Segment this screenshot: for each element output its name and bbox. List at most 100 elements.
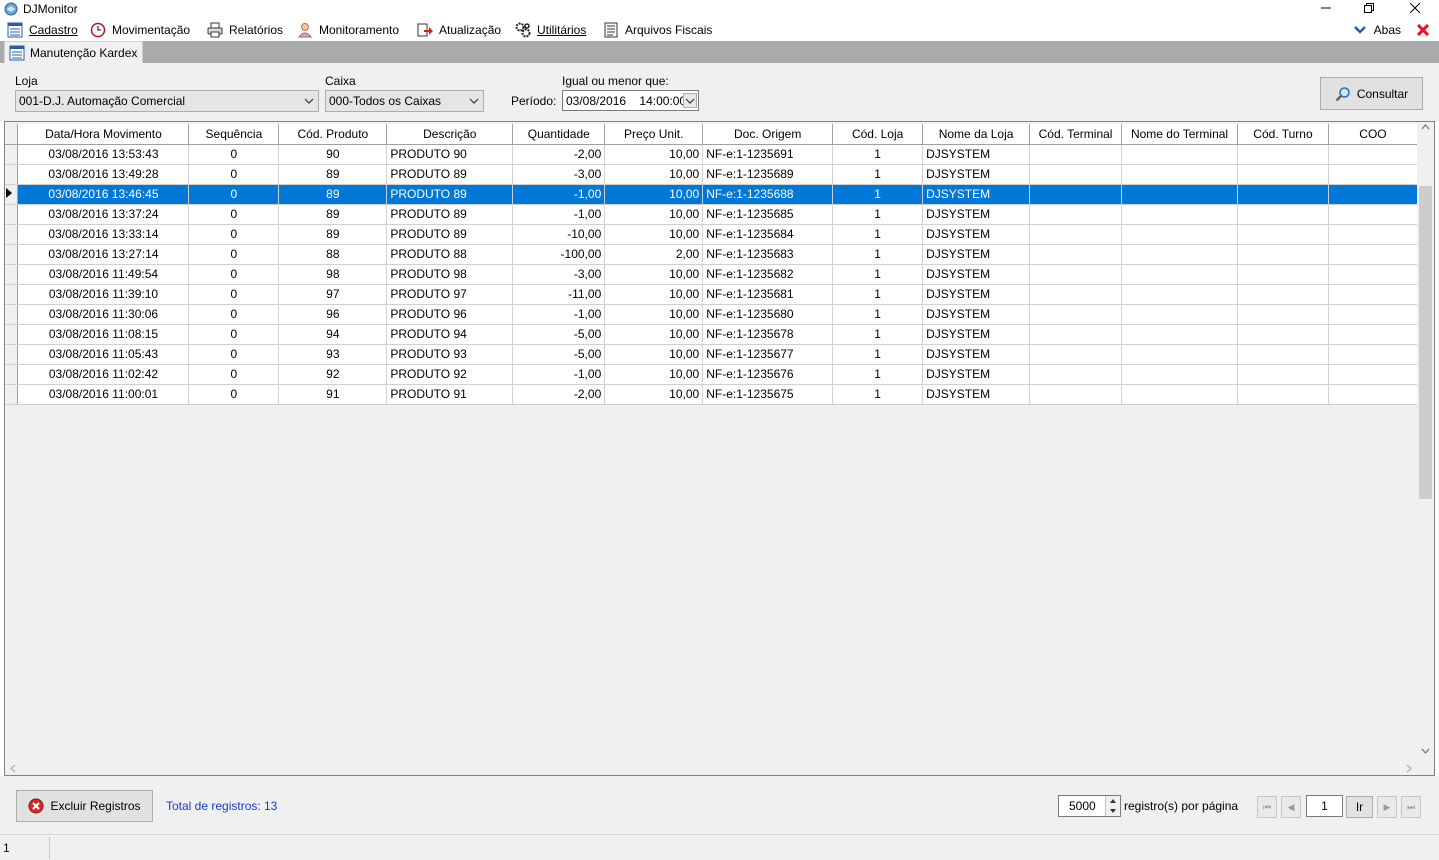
table-cell[interactable] — [1121, 344, 1238, 365]
table-cell[interactable]: 03/08/2016 13:37:24 — [17, 204, 190, 225]
table-cell[interactable]: NF-e:1-1235688 — [702, 184, 834, 205]
table-cell[interactable]: 0 — [188, 324, 280, 345]
table-cell[interactable]: PRODUTO 94 — [386, 324, 514, 345]
table-row[interactable]: 03/08/2016 11:05:43 0 93 PRODUTO 93 -5,00 10,… — [5, 344, 1419, 365]
periodo-dropdown-button[interactable] — [683, 93, 697, 108]
table-cell[interactable]: 96 — [278, 304, 388, 325]
table-cell[interactable]: -11,00 — [512, 284, 606, 305]
table-cell[interactable]: 1 — [832, 264, 924, 285]
table-cell[interactable]: -1,00 — [512, 304, 606, 325]
scroll-down-icon[interactable] — [1421, 748, 1430, 754]
table-cell[interactable]: -3,00 — [512, 264, 606, 285]
table-cell[interactable]: DJSYSTEM — [922, 164, 1031, 185]
table-cell[interactable]: 03/08/2016 11:08:15 — [17, 324, 190, 345]
table-cell[interactable] — [1029, 304, 1123, 325]
table-cell[interactable]: 10,00 — [604, 224, 704, 245]
table-cell[interactable]: 0 — [188, 364, 280, 385]
table-cell[interactable] — [1328, 244, 1419, 265]
table-cell[interactable]: DJSYSTEM — [922, 224, 1031, 245]
table-cell[interactable]: NF-e:1-1235685 — [702, 204, 834, 225]
column-header[interactable]: Cód. Loja — [832, 124, 924, 145]
table-cell[interactable]: 90 — [278, 144, 388, 165]
table-cell[interactable]: 1 — [832, 164, 924, 185]
table-cell[interactable]: 0 — [188, 144, 280, 165]
menu-cadastro[interactable]: Cadastro — [7, 21, 78, 39]
table-cell[interactable]: DJSYSTEM — [922, 204, 1031, 225]
table-cell[interactable]: NF-e:1-1235678 — [702, 324, 834, 345]
table-cell[interactable]: 91 — [278, 384, 388, 405]
table-cell[interactable]: NF-e:1-1235677 — [702, 344, 834, 365]
table-cell[interactable]: PRODUTO 90 — [386, 144, 514, 165]
table-cell[interactable]: 1 — [832, 364, 924, 385]
table-cell[interactable]: 93 — [278, 344, 388, 365]
table-cell[interactable] — [1328, 384, 1419, 405]
table-row[interactable]: 03/08/2016 13:53:43 0 90 PRODUTO 90 -2,00 10,… — [5, 144, 1419, 165]
table-cell[interactable] — [1121, 284, 1238, 305]
spin-up-icon[interactable] — [1109, 798, 1117, 804]
table-cell[interactable] — [1237, 144, 1329, 165]
table-row[interactable]: 03/08/2016 11:02:42 0 92 PRODUTO 92 -1,00 10,… — [5, 364, 1419, 385]
table-cell[interactable]: NF-e:1-1235682 — [702, 264, 834, 285]
table-cell[interactable]: 1 — [832, 304, 924, 325]
table-cell[interactable]: -5,00 — [512, 324, 606, 345]
table-cell[interactable]: 0 — [188, 204, 280, 225]
table-cell[interactable] — [1029, 344, 1123, 365]
table-cell[interactable]: -2,00 — [512, 384, 606, 405]
menu-movimentacao[interactable]: Movimentação — [90, 21, 190, 39]
table-cell[interactable]: -1,00 — [512, 204, 606, 225]
table-cell[interactable]: 97 — [278, 284, 388, 305]
table-cell[interactable] — [1121, 244, 1238, 265]
table-cell[interactable] — [1121, 164, 1238, 185]
table-cell[interactable]: 89 — [278, 164, 388, 185]
next-page-button[interactable]: ▶ — [1377, 796, 1397, 818]
table-cell[interactable]: 10,00 — [604, 164, 704, 185]
table-cell[interactable]: 94 — [278, 324, 388, 345]
table-cell[interactable] — [1029, 284, 1123, 305]
table-cell[interactable]: PRODUTO 97 — [386, 284, 514, 305]
column-header[interactable]: COO — [1328, 124, 1419, 145]
table-row[interactable]: 03/08/2016 13:27:14 0 88 PRODUTO 88 -100,00 2… — [5, 244, 1419, 265]
table-cell[interactable]: 03/08/2016 13:49:28 — [17, 164, 190, 185]
row-indicator[interactable] — [5, 144, 19, 165]
table-cell[interactable]: 03/08/2016 11:30:06 — [17, 304, 190, 325]
abas-menu[interactable]: Abas — [1353, 21, 1429, 39]
table-cell[interactable]: NF-e:1-1235689 — [702, 164, 834, 185]
spin-down-icon[interactable] — [1109, 808, 1117, 814]
table-cell[interactable]: 10,00 — [604, 204, 704, 225]
table-cell[interactable]: 10,00 — [604, 324, 704, 345]
table-cell[interactable]: -2,00 — [512, 144, 606, 165]
loja-select[interactable]: 001-D.J. Automação Comercial — [15, 90, 319, 112]
table-cell[interactable]: 03/08/2016 13:27:14 — [17, 244, 190, 265]
table-cell[interactable]: 1 — [832, 384, 924, 405]
table-cell[interactable]: 0 — [188, 344, 280, 365]
table-cell[interactable]: 10,00 — [604, 264, 704, 285]
table-cell[interactable] — [1328, 184, 1419, 205]
table-cell[interactable]: PRODUTO 89 — [386, 224, 514, 245]
table-cell[interactable]: 10,00 — [604, 304, 704, 325]
table-cell[interactable]: 0 — [188, 224, 280, 245]
table-cell[interactable]: 0 — [188, 244, 280, 265]
caixa-select[interactable]: 000-Todos os Caixas — [325, 90, 484, 112]
table-cell[interactable] — [1029, 224, 1123, 245]
table-cell[interactable]: 1 — [832, 224, 924, 245]
menu-monitoramento[interactable]: Monitoramento — [297, 21, 399, 39]
table-cell[interactable]: PRODUTO 88 — [386, 244, 514, 265]
scroll-up-icon[interactable] — [1421, 124, 1430, 130]
column-header[interactable]: Cód. Turno — [1237, 124, 1329, 145]
table-cell[interactable] — [1029, 164, 1123, 185]
menu-atualizacao[interactable]: Atualização — [417, 21, 501, 39]
scroll-left-icon[interactable] — [10, 764, 16, 773]
table-row[interactable]: 03/08/2016 13:49:28 0 89 PRODUTO 89 -3,00 10,… — [5, 164, 1419, 185]
table-cell[interactable]: 03/08/2016 11:05:43 — [17, 344, 190, 365]
table-cell[interactable]: 98 — [278, 264, 388, 285]
per-page-spinner[interactable]: 5000 — [1058, 795, 1121, 817]
table-row[interactable]: 03/08/2016 11:39:10 0 97 PRODUTO 97 -11,00 10… — [5, 284, 1419, 305]
close-tabs-icon[interactable] — [1417, 24, 1429, 36]
column-header[interactable]: Preço Unit. — [604, 124, 704, 145]
table-cell[interactable] — [1328, 164, 1419, 185]
table-cell[interactable]: PRODUTO 91 — [386, 384, 514, 405]
table-cell[interactable] — [1121, 324, 1238, 345]
ir-button[interactable]: Ir — [1346, 796, 1373, 818]
table-cell[interactable]: 89 — [278, 224, 388, 245]
table-cell[interactable]: PRODUTO 93 — [386, 344, 514, 365]
